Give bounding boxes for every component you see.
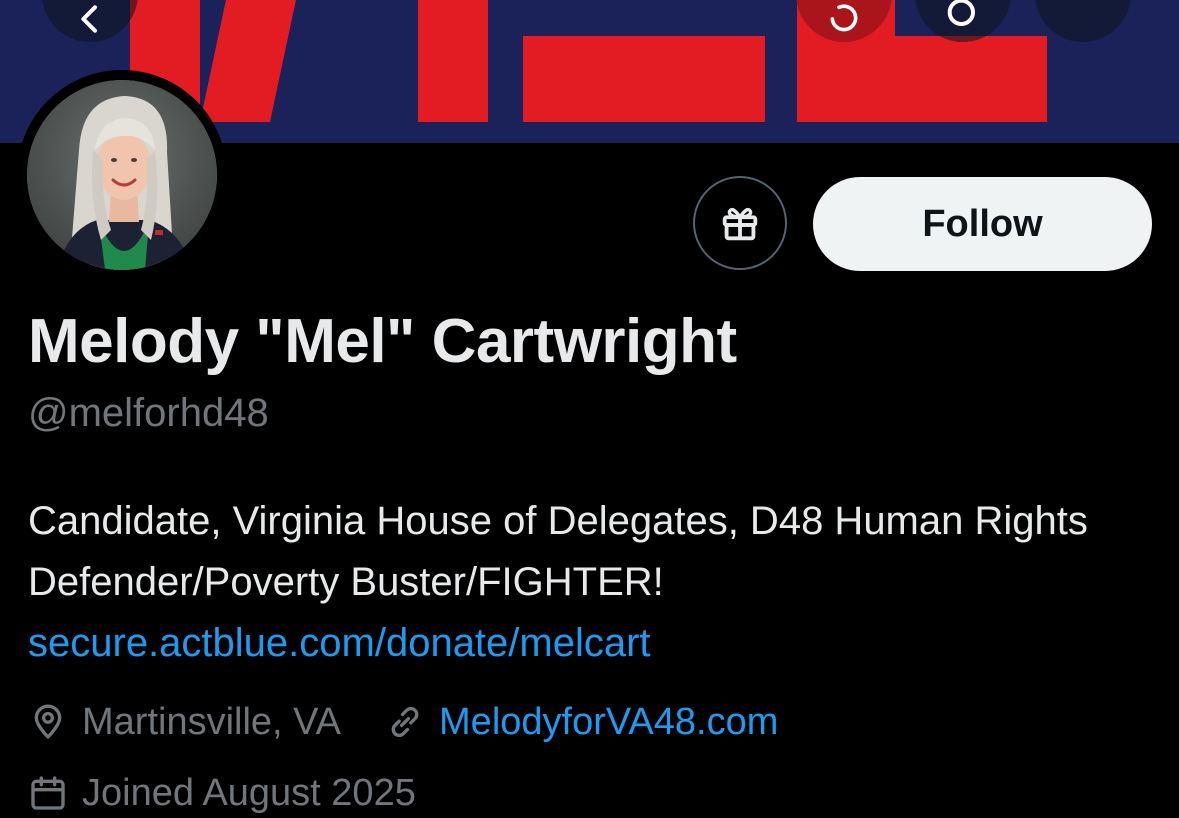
gift-icon	[722, 207, 758, 241]
arrow-left-icon	[81, 5, 97, 33]
search-icon	[947, 0, 975, 26]
more-button[interactable]	[1035, 0, 1131, 42]
banner-letter-l-foot	[797, 36, 1047, 122]
user-handle: @melforhd48	[28, 391, 269, 435]
avatar[interactable]	[27, 80, 217, 270]
bio-text: Candidate, Virginia House of Delegates, …	[28, 499, 1088, 604]
profile-bio: Candidate, Virginia House of Delegates, …	[28, 491, 1148, 674]
link-icon	[385, 702, 425, 742]
website-link[interactable]: MelodyforVA48.com	[439, 701, 778, 744]
location-pin-icon	[28, 702, 68, 742]
display-name: Melody "Mel" Cartwright	[28, 307, 737, 376]
profile-meta: Martinsville, VA MelodyforVA48.com	[28, 697, 778, 747]
banner-letter-m-diag	[200, 0, 296, 122]
refresh-icon	[830, 4, 858, 32]
gift-button[interactable]	[693, 176, 787, 270]
bio-link[interactable]: secure.actblue.com/donate/melcart	[28, 613, 1148, 674]
follow-button[interactable]: Follow	[813, 177, 1152, 271]
banner-letter-e-bar	[523, 36, 765, 122]
joined-text: Joined August 2025	[82, 771, 416, 814]
follow-button-label: Follow	[922, 202, 1043, 245]
back-button[interactable]	[42, 0, 138, 42]
banner-letter-m-right	[418, 0, 488, 122]
joined-row: Joined August 2025	[28, 768, 416, 818]
location-text: Martinsville, VA	[82, 700, 342, 743]
calendar-icon	[28, 773, 68, 813]
avatar-photo	[27, 80, 217, 270]
